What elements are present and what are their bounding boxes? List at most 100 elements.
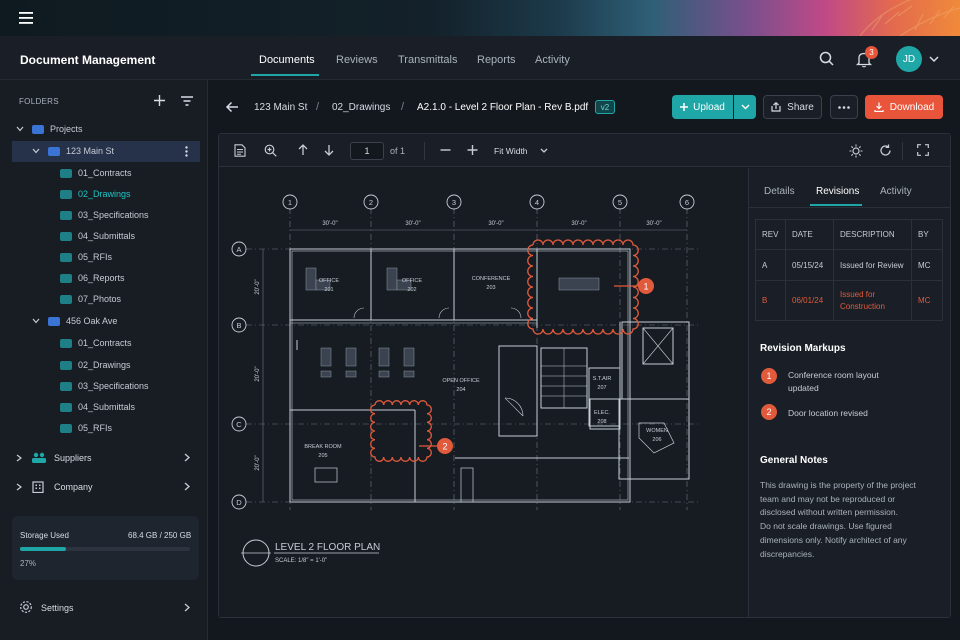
tab-reviews[interactable]: Reviews xyxy=(336,54,378,66)
arrow-up-icon[interactable] xyxy=(298,144,308,156)
more-vertical-icon[interactable] xyxy=(185,146,188,157)
markup-number-1[interactable]: 1 xyxy=(761,368,777,384)
suppliers-icon xyxy=(32,452,46,463)
folder-icon xyxy=(32,125,44,134)
room-name: CONFERENCE xyxy=(472,276,511,282)
furniture xyxy=(305,267,600,378)
folder-icon xyxy=(60,274,72,283)
sidebar-item-01-contracts[interactable]: 01_Contracts xyxy=(0,163,208,184)
download-button[interactable]: Download xyxy=(865,95,943,119)
grid-bubble-label: 4 xyxy=(535,198,539,207)
markup-text-2[interactable]: Door location revised xyxy=(788,408,868,418)
tab-details[interactable]: Details xyxy=(764,186,795,197)
chevron-down-icon[interactable] xyxy=(16,126,24,132)
drawing-title-block: LEVEL 2 FLOOR PLAN SCALE: 1/8" = 1'-0" xyxy=(241,539,380,567)
chevron-right-icon[interactable] xyxy=(184,603,190,612)
sidebar-item-06-reports[interactable]: 06_Reports xyxy=(0,268,208,289)
document-icon[interactable] xyxy=(234,144,246,157)
description-line: Construction xyxy=(840,301,885,311)
row-dimension: 20'-0" xyxy=(255,279,261,294)
page-input[interactable]: 1 xyxy=(350,142,384,160)
upload-label: Upload xyxy=(693,101,725,113)
folder-label: 05_RFIs xyxy=(78,423,113,433)
search-icon[interactable] xyxy=(819,51,835,67)
zoom-in-icon[interactable] xyxy=(264,144,277,157)
description-cell: Issued for Review xyxy=(833,249,912,281)
zoom-select-value: Fit Width xyxy=(494,146,528,156)
table-row[interactable]: A 05/15/24 Issued for Review MC xyxy=(755,249,943,281)
sidebar-item-01-contracts[interactable]: 01_Contracts xyxy=(0,333,208,354)
company-label: Company xyxy=(54,481,93,492)
by-cell: MC xyxy=(911,280,943,321)
tab-revisions[interactable]: Revisions xyxy=(816,186,859,197)
chevron-down-icon xyxy=(540,148,548,154)
back-arrow-icon[interactable] xyxy=(225,101,239,113)
sidebar-item-03-specifications[interactable]: 03_Specifications xyxy=(0,205,208,226)
tab-reports[interactable]: Reports xyxy=(477,54,516,66)
breadcrumb-project[interactable]: 123 Main St xyxy=(254,102,307,113)
room-name: WOMEN xyxy=(646,428,668,434)
tab-activity-panel[interactable]: Activity xyxy=(880,186,912,197)
revision-marker-label: 2 xyxy=(442,442,447,452)
chevron-down-icon[interactable] xyxy=(929,55,939,63)
sidebar-item-05-rfis[interactable]: 05_RFIs xyxy=(0,418,208,439)
upload-dropdown-button[interactable] xyxy=(734,95,756,119)
fullscreen-icon[interactable] xyxy=(917,144,929,156)
tab-transmittals[interactable]: Transmittals xyxy=(398,54,458,66)
sidebar-item-04-submittals[interactable]: 04_Submittals xyxy=(0,397,208,418)
markup-number-2[interactable]: 2 xyxy=(761,404,777,420)
settings-icon[interactable] xyxy=(19,600,33,614)
add-folder-icon[interactable] xyxy=(154,95,165,106)
table-header: DATE xyxy=(785,219,834,250)
drawing-canvas[interactable]: 30'-0" 30'-0" 30'-0" 30'-0" 30'-0" 20'-0" 20'-… xyxy=(219,168,747,617)
grid-bubble-label: 2 xyxy=(369,198,373,207)
plus-icon[interactable] xyxy=(467,144,478,156)
sidebar-item-05-rfis[interactable]: 05_RFIs xyxy=(0,247,208,268)
storage-value: 68.4 GB / 250 GB xyxy=(128,531,192,540)
leaf-decoration xyxy=(859,0,960,36)
markup-text-1[interactable]: Conference room layout updated xyxy=(788,369,879,395)
sidebar-item-04-submittals[interactable]: 04_Submittals xyxy=(0,226,208,247)
markup-line: updated xyxy=(788,383,819,393)
sidebar-item-02-drawings[interactable]: 02_Drawings xyxy=(0,355,208,376)
tab-documents[interactable]: Documents xyxy=(259,54,315,66)
sidebar-item-company[interactable]: Company xyxy=(0,476,208,497)
floor-plan-drawing: 30'-0" 30'-0" 30'-0" 30'-0" 30'-0" 20'-0" 20'-… xyxy=(231,194,699,567)
sidebar-item-projects[interactable]: Projects xyxy=(0,119,208,140)
grid-bubble-label: 3 xyxy=(452,198,456,207)
room-number: 205 xyxy=(318,453,327,459)
more-icon xyxy=(838,105,850,109)
breadcrumb-folder[interactable]: 02_Drawings xyxy=(332,102,390,113)
folder-icon xyxy=(60,361,72,370)
table-row-highlighted[interactable]: B 06/01/24 Issued for Construction MC xyxy=(755,280,943,321)
menu-icon[interactable] xyxy=(19,12,33,24)
arrow-down-icon[interactable] xyxy=(324,144,334,156)
notification-badge: 3 xyxy=(865,46,878,59)
upload-button[interactable]: Upload xyxy=(672,95,733,119)
tab-activity[interactable]: Activity xyxy=(535,54,570,66)
version-badge: v2 xyxy=(595,100,615,114)
general-notes-text: This drawing is the property of the proj… xyxy=(760,479,942,561)
more-button[interactable] xyxy=(830,95,858,119)
brightness-icon[interactable] xyxy=(849,144,863,158)
avatar[interactable]: JD xyxy=(896,46,922,72)
sidebar-item-456-oak-ave[interactable]: 456 Oak Ave xyxy=(0,311,208,332)
chevron-right-icon xyxy=(184,482,190,491)
sidebar-item-suppliers[interactable]: Suppliers xyxy=(0,447,208,468)
chevron-down-icon[interactable] xyxy=(32,318,40,324)
share-button[interactable]: Share xyxy=(763,95,822,119)
zoom-select[interactable]: Fit Width xyxy=(490,142,554,160)
room-name: OFFICE xyxy=(402,278,422,284)
sidebar-item-03-specifications[interactable]: 03_Specifications xyxy=(0,376,208,397)
zoom-out-icon[interactable] xyxy=(440,144,451,156)
folder-label: 03_Specifications xyxy=(78,381,149,391)
filter-icon[interactable] xyxy=(181,96,193,106)
sidebar-item-07-photos[interactable]: 07_Photos xyxy=(0,289,208,310)
sidebar-item-123-main-st[interactable]: 123 Main St xyxy=(12,141,200,162)
row-dimension: 20'-0" xyxy=(255,366,261,381)
rotate-icon[interactable] xyxy=(879,144,892,157)
building-icon xyxy=(32,480,46,493)
settings-label[interactable]: Settings xyxy=(41,603,74,613)
sidebar-item-02-drawings[interactable]: 02_Drawings xyxy=(0,184,208,205)
chevron-down-icon[interactable] xyxy=(32,148,40,154)
